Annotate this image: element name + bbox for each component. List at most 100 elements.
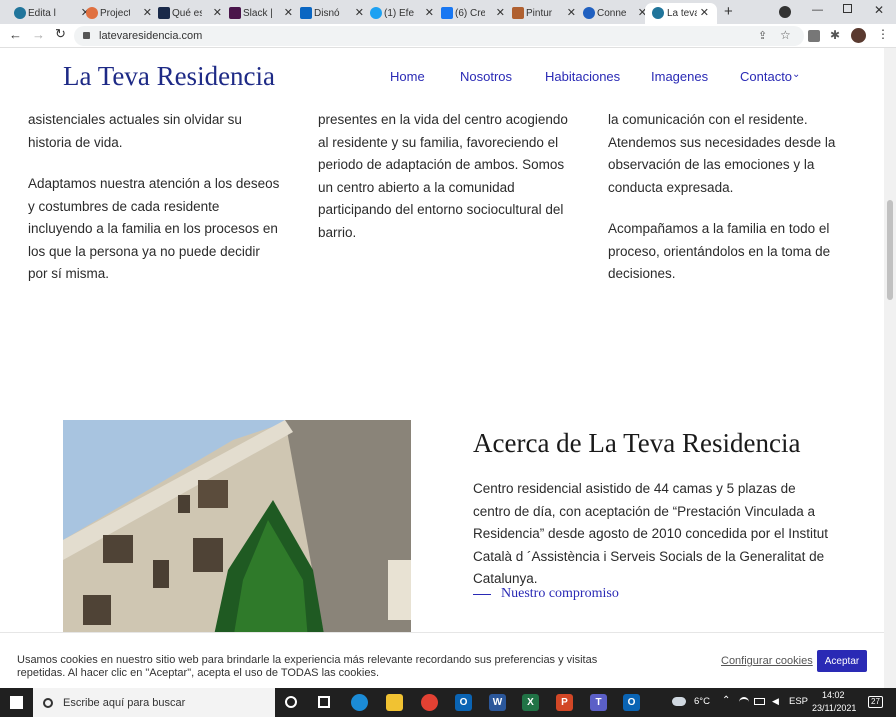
wifi-icon[interactable] — [739, 697, 749, 705]
taskbar-search[interactable]: Escribe aquí para buscar — [33, 688, 275, 717]
excel-icon[interactable]: X — [522, 694, 539, 711]
extension-icon[interactable] — [808, 30, 820, 42]
browser-tab-9[interactable]: Conne ✕ — [583, 3, 647, 24]
puzzle-icon[interactable]: ✱ — [830, 28, 840, 42]
teams-icon[interactable]: T — [590, 694, 607, 711]
browser-tab-2[interactable]: Project ✕ — [86, 3, 152, 24]
browser-tab-3[interactable]: Qué es ✕ — [158, 3, 222, 24]
nav-home[interactable]: Home — [390, 69, 425, 84]
back-icon[interactable]: ← — [9, 27, 22, 42]
outlook-icon-2[interactable]: O — [623, 694, 640, 711]
share-icon[interactable]: ⇪ — [758, 29, 767, 42]
web-page: asistenciales actuales sin olvidar su hi… — [0, 48, 884, 688]
close-window-icon[interactable]: ✕ — [874, 3, 884, 17]
outlook-icon[interactable]: O — [455, 694, 472, 711]
input-language[interactable]: ESP — [789, 696, 808, 707]
nav-nosotros[interactable]: Nosotros — [460, 69, 512, 84]
word-icon[interactable]: W — [489, 694, 506, 711]
browser-tab-active[interactable]: La teva ✕ — [645, 3, 717, 24]
chevron-down-icon: ⌄ — [792, 69, 801, 80]
nav-habitaciones[interactable]: Habitaciones — [545, 69, 620, 84]
close-tab-icon[interactable]: ✕ — [213, 6, 222, 19]
tab-search-icon[interactable] — [779, 6, 791, 18]
browser-tab-5[interactable]: Disnó ✕ — [300, 3, 364, 24]
tab-title: Qué es — [172, 8, 202, 19]
close-tab-icon[interactable]: ✕ — [425, 6, 434, 19]
chrome-icon[interactable] — [421, 694, 438, 711]
site-header: La Teva Residencia Home Nosotros Habitac… — [0, 48, 884, 106]
cookie-banner: Usamos cookies en nuestro sitio web para… — [0, 632, 884, 688]
scrollbar-thumb[interactable] — [887, 200, 893, 300]
restore-icon[interactable] — [843, 4, 852, 13]
page-scrollbar[interactable] — [884, 48, 896, 688]
tray-chevron-icon[interactable]: ⌃ — [722, 695, 730, 706]
browser-tab-1[interactable]: Edita l✕ — [14, 3, 90, 24]
commitment-link[interactable]: Nuestro compromiso — [473, 586, 619, 602]
volume-icon[interactable]: ◀ — [772, 696, 779, 707]
close-tab-icon[interactable]: ✕ — [567, 6, 576, 19]
column-1: asistenciales actuales sin olvidar su hi… — [28, 109, 283, 305]
edge-icon[interactable] — [351, 694, 368, 711]
tab-title: Pintur — [526, 8, 553, 19]
browser-tab-bar: Edita l✕ Project ✕ Qué es ✕ Slack | ✕ Disnó… — [0, 0, 896, 24]
twitter-icon — [370, 7, 382, 19]
about-heading: Acerca de La Teva Residencia — [473, 428, 801, 458]
taskbar-search-placeholder: Escribe aquí para buscar — [63, 696, 186, 709]
column-2: presentes en la vida del centro acogiend… — [318, 109, 573, 263]
close-tab-icon[interactable]: ✕ — [700, 6, 709, 19]
close-tab-icon[interactable]: ✕ — [355, 6, 364, 19]
minimize-icon[interactable]: — — [812, 4, 823, 16]
url-field[interactable]: latevaresidencia.com ⇪ ☆ — [74, 26, 804, 46]
about-body: Centro residencial asistido de 44 camas … — [473, 481, 828, 586]
nav-imagenes[interactable]: Imagenes — [651, 69, 708, 84]
browser-tab-4[interactable]: Slack | ✕ — [229, 3, 293, 24]
site-logo[interactable]: La Teva Residencia — [63, 61, 275, 92]
windows-start-icon[interactable] — [10, 696, 23, 709]
new-tab-icon[interactable]: + — [724, 3, 733, 20]
browser-tab-6[interactable]: (1) Efe ✕ — [370, 3, 434, 24]
bookmark-star-icon[interactable]: ☆ — [780, 28, 791, 42]
close-tab-icon[interactable]: ✕ — [284, 6, 293, 19]
column-1-paragraph-2: Adaptamos nuestra atención a los deseos … — [28, 176, 280, 281]
commitment-link-label: Nuestro compromiso — [501, 586, 619, 601]
column-3: la comunicación con el residente. Atende… — [608, 109, 863, 305]
clock-date[interactable]: 23/11/2021 — [812, 703, 856, 713]
accept-cookies-button[interactable]: Aceptar — [817, 650, 867, 672]
column-3-paragraph-2: Acompañamos a la familia en todo el proc… — [608, 221, 831, 281]
address-bar: ← → ↻ latevaresidencia.com ⇪ ☆ ✱ ⋮ — [0, 24, 896, 48]
residence-photo — [63, 420, 411, 640]
avatar[interactable] — [851, 28, 866, 43]
file-explorer-icon[interactable] — [386, 694, 403, 711]
tab-title: Conne — [597, 8, 627, 19]
battery-icon[interactable] — [754, 698, 765, 705]
cortana-icon[interactable] — [285, 696, 297, 708]
slack-icon — [229, 7, 241, 19]
reload-icon[interactable]: ↻ — [55, 26, 66, 42]
link-line-decoration — [473, 593, 491, 595]
building-illustration — [63, 420, 411, 640]
close-tab-icon[interactable]: ✕ — [143, 6, 152, 19]
menu-icon[interactable]: ⋮ — [877, 27, 889, 41]
nav-contacto[interactable]: Contacto — [740, 69, 792, 84]
browser-tab-8[interactable]: Pintur ✕ — [512, 3, 576, 24]
tab-favicon-icon — [512, 7, 524, 19]
tab-title: Slack | — [243, 8, 273, 19]
close-tab-icon[interactable]: ✕ — [496, 6, 505, 19]
tab-favicon-icon — [86, 7, 98, 19]
configure-cookies-link[interactable]: Configurar cookies — [721, 655, 813, 667]
clock-time[interactable]: 14:02 — [822, 690, 845, 700]
lock-icon — [83, 32, 90, 39]
tab-title: (6) Cre — [455, 8, 485, 19]
wordpress-icon — [652, 7, 664, 19]
temperature: 6°C — [694, 696, 710, 707]
tab-title: La teva — [667, 8, 697, 19]
wordpress-icon — [14, 7, 26, 19]
tab-favicon-icon — [158, 7, 170, 19]
tab-title: Project — [100, 8, 130, 19]
powerpoint-icon[interactable]: P — [556, 694, 573, 711]
browser-tab-7[interactable]: (6) Cre ✕ — [441, 3, 505, 24]
tab-title: (1) Efe — [384, 8, 414, 19]
task-view-icon[interactable] — [318, 696, 330, 708]
column-3-paragraph-1: la comunicación con el residente. Atende… — [608, 112, 836, 195]
forward-icon[interactable]: → — [32, 27, 45, 42]
